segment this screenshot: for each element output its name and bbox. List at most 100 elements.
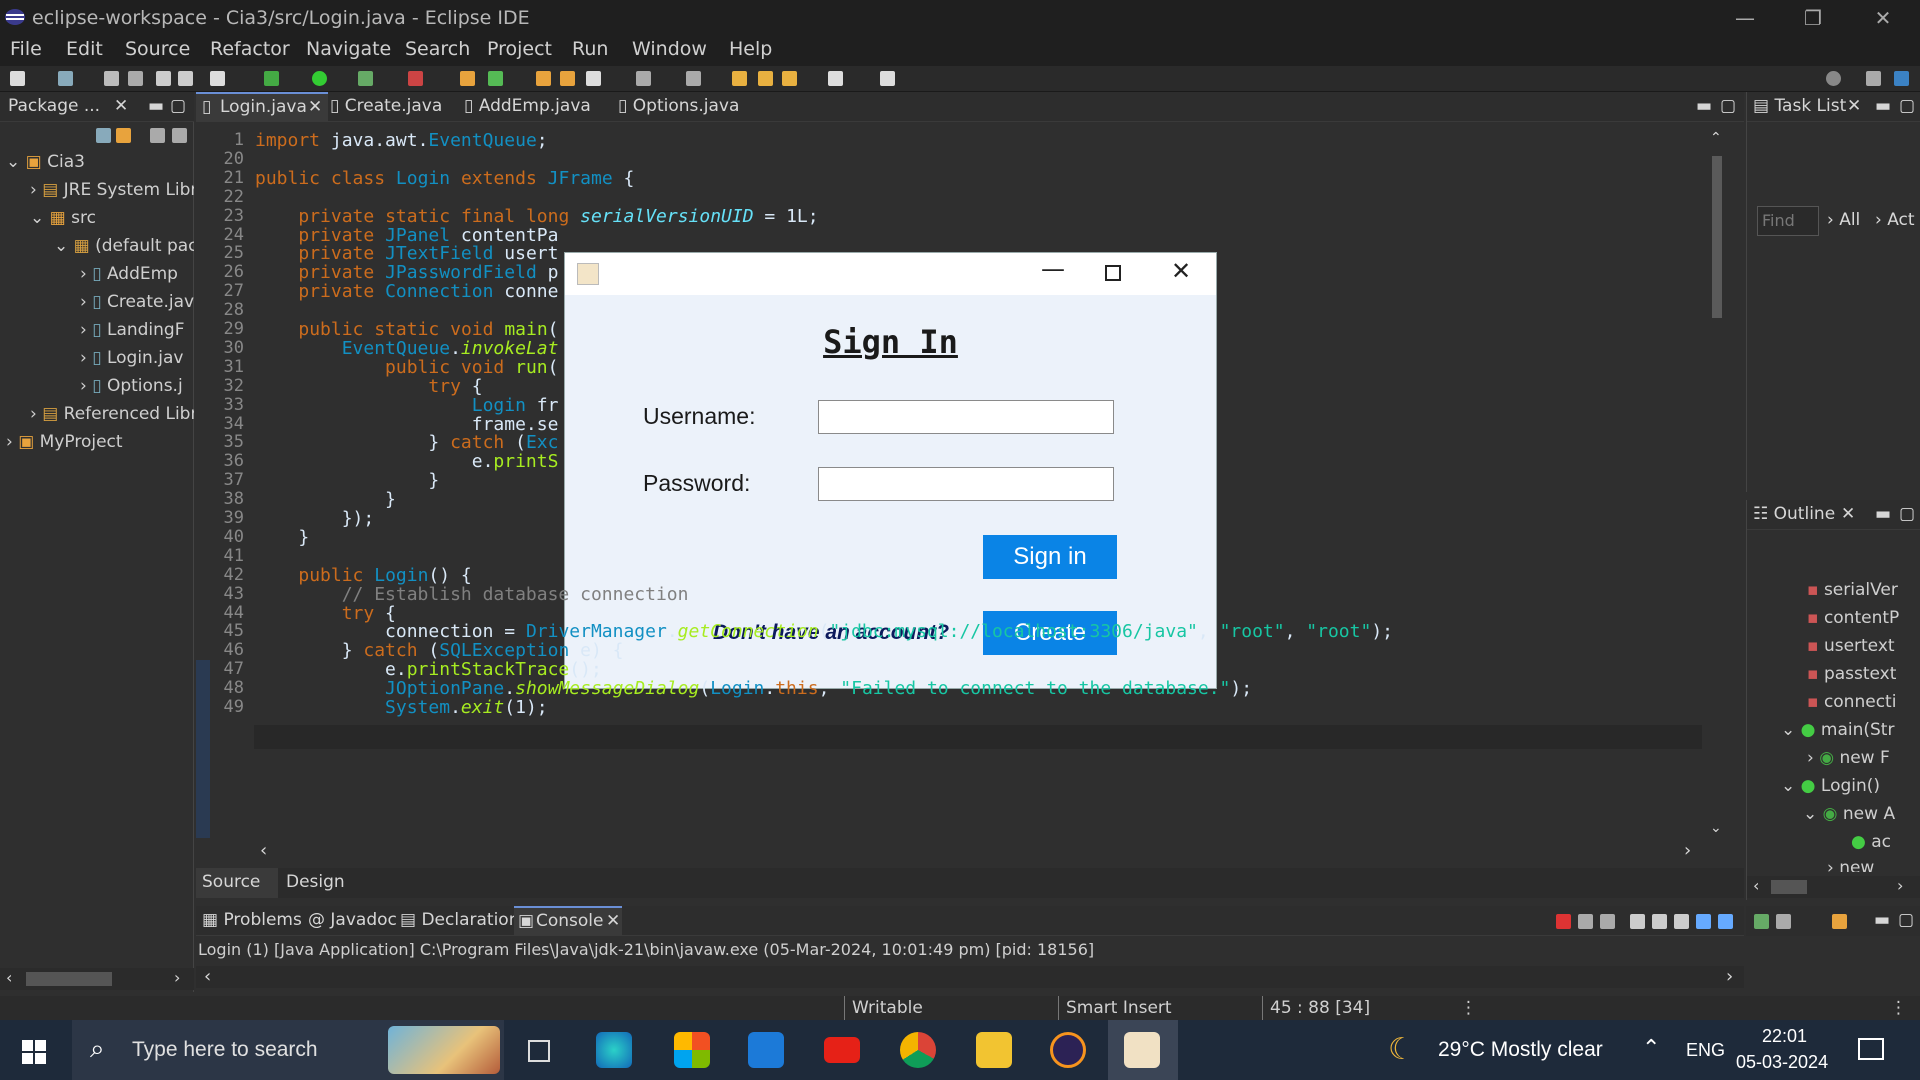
scroll-right-icon[interactable]: › (1726, 966, 1733, 987)
status-menu-icon[interactable]: ⋮ (1890, 998, 1907, 1018)
scroll-right-icon[interactable]: › (1684, 840, 1691, 861)
code-line[interactable]: } catch (Exc (255, 432, 558, 453)
tray-chevron-icon[interactable]: ⌃ (1642, 1036, 1660, 1061)
pin-icon[interactable] (880, 71, 895, 86)
tab-declaration[interactable]: ▤ Declaration (400, 910, 519, 930)
code-line[interactable]: } catch (SQLException e) { (255, 640, 624, 661)
search-icon[interactable] (1826, 71, 1841, 86)
search-tool-icon[interactable] (586, 71, 601, 86)
link-editor-icon[interactable] (116, 128, 131, 143)
terminal-icon[interactable] (210, 71, 225, 86)
scroll-thumb[interactable] (1771, 880, 1807, 894)
code-line[interactable]: public void run( (255, 357, 558, 378)
terminate-icon[interactable] (1556, 914, 1571, 929)
youtube-icon[interactable] (824, 1037, 860, 1063)
menu-search[interactable]: Search (405, 38, 470, 60)
package-hscroll[interactable]: ‹ › (0, 968, 194, 990)
coverage-icon[interactable] (358, 71, 373, 86)
tree-item-login[interactable]: › ▯ Login.jav (80, 348, 194, 368)
code-line[interactable]: private static final long serialVersionU… (255, 206, 818, 227)
status-more-icon[interactable]: ⋮ (1460, 998, 1477, 1018)
minimize-icon[interactable]: ▬ (1696, 96, 1712, 116)
code-line[interactable]: EventQueue.invokeLat (255, 338, 559, 359)
code-line[interactable]: private JPanel contentPa (255, 225, 558, 246)
back-nav-icon[interactable] (782, 71, 797, 86)
menu-navigate[interactable]: Navigate (306, 38, 391, 60)
code-line[interactable]: Login fr (255, 395, 559, 416)
code-line[interactable]: e.printStackTrace(); (255, 659, 602, 680)
code-line[interactable]: public static void main( (255, 319, 558, 340)
clear-console-icon[interactable] (1630, 914, 1645, 929)
undo-icon[interactable] (156, 71, 171, 86)
clock-date[interactable]: 05-03-2024 (1736, 1052, 1828, 1073)
restore-button[interactable]: ❐ (1780, 0, 1846, 36)
back-icon[interactable] (758, 71, 773, 86)
close-icon[interactable]: ✕ (606, 911, 620, 931)
outline-item[interactable]: › new (1827, 858, 1907, 872)
menu-edit[interactable]: Edit (66, 38, 103, 60)
maximize-icon[interactable]: ▢ (1720, 96, 1736, 116)
windows-start-icon[interactable] (22, 1040, 46, 1064)
code-line[interactable]: System.exit(1); (255, 697, 548, 718)
menu-refactor[interactable]: Refactor (210, 38, 290, 60)
java-app-taskbar-button[interactable] (1108, 1020, 1178, 1080)
file-explorer-icon[interactable] (976, 1032, 1012, 1068)
forward-icon[interactable] (828, 71, 843, 86)
new-icon[interactable] (10, 71, 25, 86)
outline-item[interactable]: ⌄ ● Login() (1781, 776, 1907, 796)
mail-icon[interactable] (748, 1032, 784, 1068)
code-line[interactable]: }); (255, 508, 375, 529)
outline-item[interactable]: ⌄ ● main(Str (1781, 720, 1907, 740)
run-icon[interactable] (312, 71, 327, 86)
tree-item-jre[interactable]: › ▤ JRE System Libr (30, 180, 194, 200)
eclipse-taskbar-icon[interactable] (1050, 1032, 1086, 1068)
code-line[interactable]: try { (255, 376, 482, 397)
tree-item-myproject[interactable]: › ▣ MyProject (6, 432, 123, 452)
external-tools-icon[interactable] (408, 71, 423, 86)
tab-design[interactable]: Design (286, 872, 345, 892)
package-explorer-tab[interactable]: Package ... (8, 96, 100, 116)
tab-outline[interactable]: ☷ Outline (1753, 504, 1835, 524)
weather-text[interactable]: 29°C Mostly clear (1438, 1038, 1603, 1062)
sign-in-button[interactable]: Sign in (983, 535, 1117, 579)
task-find-input[interactable]: Find (1757, 206, 1819, 236)
editor-vscroll[interactable]: ⌃ ⌄ (1704, 130, 1730, 840)
tab-problems[interactable]: ▦ Problems (202, 910, 302, 930)
java-perspective-icon[interactable] (1894, 71, 1909, 86)
annotation-icon[interactable] (636, 71, 651, 86)
view-menu-icon[interactable] (172, 128, 187, 143)
display-console-icon[interactable] (1718, 914, 1733, 929)
console-menu-icon[interactable] (1832, 914, 1847, 929)
outline-item[interactable]: ▪ usertext (1807, 636, 1907, 656)
maximize-icon[interactable]: ▢ (1899, 504, 1915, 524)
code-line[interactable]: try { (255, 603, 396, 624)
minimize-icon[interactable]: ▬ (148, 96, 164, 116)
dialog-minimize-button[interactable]: — (1041, 255, 1065, 283)
remove-launch-icon[interactable] (1578, 914, 1593, 929)
tab-source[interactable]: Source (196, 868, 278, 898)
console-hscroll[interactable]: ‹ › (196, 966, 1744, 988)
code-line[interactable]: } (255, 470, 439, 491)
code-line[interactable]: public Login() { (255, 565, 471, 586)
close-button[interactable]: ✕ (1850, 0, 1916, 36)
maximize-icon[interactable]: ▢ (170, 96, 186, 116)
code-line[interactable]: import java.awt.EventQueue; (255, 130, 548, 151)
tab-console[interactable]: ▣ Console ✕ (514, 906, 622, 936)
code-line[interactable]: e.printS (255, 451, 559, 472)
code-line[interactable]: private JPasswordField p (255, 262, 558, 283)
outline-item[interactable]: ▪ serialVer (1807, 580, 1907, 600)
scroll-right-icon[interactable]: › (174, 968, 180, 987)
menu-source[interactable]: Source (125, 38, 190, 60)
outline-item[interactable]: ● ac (1851, 832, 1907, 852)
menu-project[interactable]: Project (487, 38, 552, 60)
scroll-right-icon[interactable]: › (1897, 876, 1903, 895)
open-type-icon[interactable] (536, 71, 551, 86)
minimize-icon[interactable]: ▬ (1875, 96, 1891, 116)
filter-activate[interactable]: › Act (1875, 210, 1915, 230)
microsoft-store-icon[interactable] (674, 1032, 710, 1068)
tree-item-referenced[interactable]: › ▤ Referenced Libr (30, 404, 194, 424)
chrome-icon[interactable] (900, 1032, 936, 1068)
outline-item[interactable]: ⌄ ◉ new A (1803, 804, 1907, 824)
password-input[interactable] (818, 467, 1114, 501)
scroll-up-icon[interactable]: ⌃ (1710, 130, 1722, 146)
